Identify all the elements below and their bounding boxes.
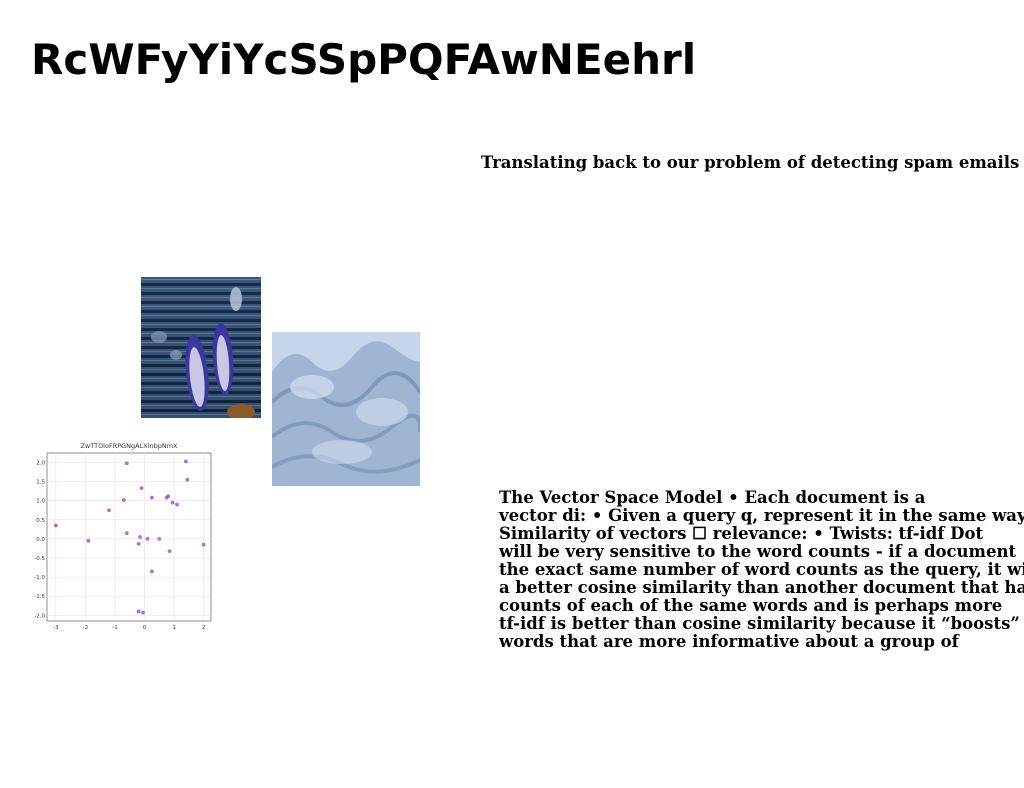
scatter-point xyxy=(124,461,129,466)
scatter-point xyxy=(183,459,188,464)
body-line: tf-idf is better than cosine similarity … xyxy=(499,614,1020,633)
scatter-point xyxy=(53,523,58,528)
scatter-point xyxy=(145,537,150,541)
y-tick-label: 0.5 xyxy=(36,518,45,524)
scatter-point xyxy=(150,569,154,574)
scatter-point xyxy=(175,502,179,507)
body-line: the exact same number of word counts as … xyxy=(499,560,1024,579)
y-tick-label: -1.5 xyxy=(34,594,45,600)
x-tick-label: 1 xyxy=(172,625,176,631)
x-tick-label: 2 xyxy=(202,625,206,631)
scatter-point xyxy=(136,541,141,546)
body-line: a better cosine similarity than another … xyxy=(499,578,1024,597)
scatter-chart: ZwTTOloFRPGNgALXinbpNmX -3 -2 -1 0 1 2 -2.0 -1.… xyxy=(34,442,212,631)
body-line: The Vector Space Model • Each document i… xyxy=(499,488,926,507)
y-tick-label: 1.0 xyxy=(36,499,45,505)
body-line: vector di: • Given a query q, represent … xyxy=(499,506,1024,525)
x-tick-label: -2 xyxy=(83,625,88,631)
chart-title: ZwTTOloFRPGNgALXinbpNmX xyxy=(80,442,178,450)
sneakers-photo xyxy=(141,277,261,418)
scatter-point xyxy=(157,537,162,541)
body-line: will be very sensitive to the word count… xyxy=(499,542,1017,561)
scatter-point xyxy=(107,508,111,513)
scatter-point xyxy=(166,494,171,499)
body-line: Similarity of vectors ☐ relevance: • Twi… xyxy=(499,524,984,543)
y-tick-label: 0.0 xyxy=(36,537,45,543)
scatter-point xyxy=(139,486,144,491)
body-line: counts of each of the same words and is … xyxy=(499,596,1003,615)
scatter-point xyxy=(124,531,129,536)
scatter-point xyxy=(150,495,154,500)
y-tick-label: 2.0 xyxy=(36,461,45,467)
y-tick-label: 1.5 xyxy=(36,480,45,486)
x-tick-label: 0 xyxy=(143,625,147,631)
y-tick-label: -1.0 xyxy=(34,575,45,581)
x-tick-label: -3 xyxy=(53,625,59,631)
y-tick-label: -2.0 xyxy=(34,613,45,619)
scatter-point xyxy=(185,477,190,482)
scatter-point xyxy=(121,498,126,502)
scatter-point xyxy=(86,538,91,543)
y-tick-label: -0.5 xyxy=(34,556,45,562)
x-tick-label: -1 xyxy=(112,625,117,631)
scatter-point xyxy=(141,610,145,615)
body-line: words that are more informative about a … xyxy=(499,632,959,651)
scatter-point xyxy=(201,542,206,547)
scatter-point xyxy=(170,500,175,505)
snow-texture-photo xyxy=(272,332,420,486)
scatter-point xyxy=(138,535,142,539)
scatter-point xyxy=(167,549,172,554)
scatter-point xyxy=(136,609,141,614)
body-text: The Vector Space Model • Each document i… xyxy=(499,489,1024,651)
slide-title: RcWFyYiYcSSpPQFAwNEehrl xyxy=(31,35,697,84)
slide-subtitle: Translating back to our problem of detec… xyxy=(481,153,1024,172)
